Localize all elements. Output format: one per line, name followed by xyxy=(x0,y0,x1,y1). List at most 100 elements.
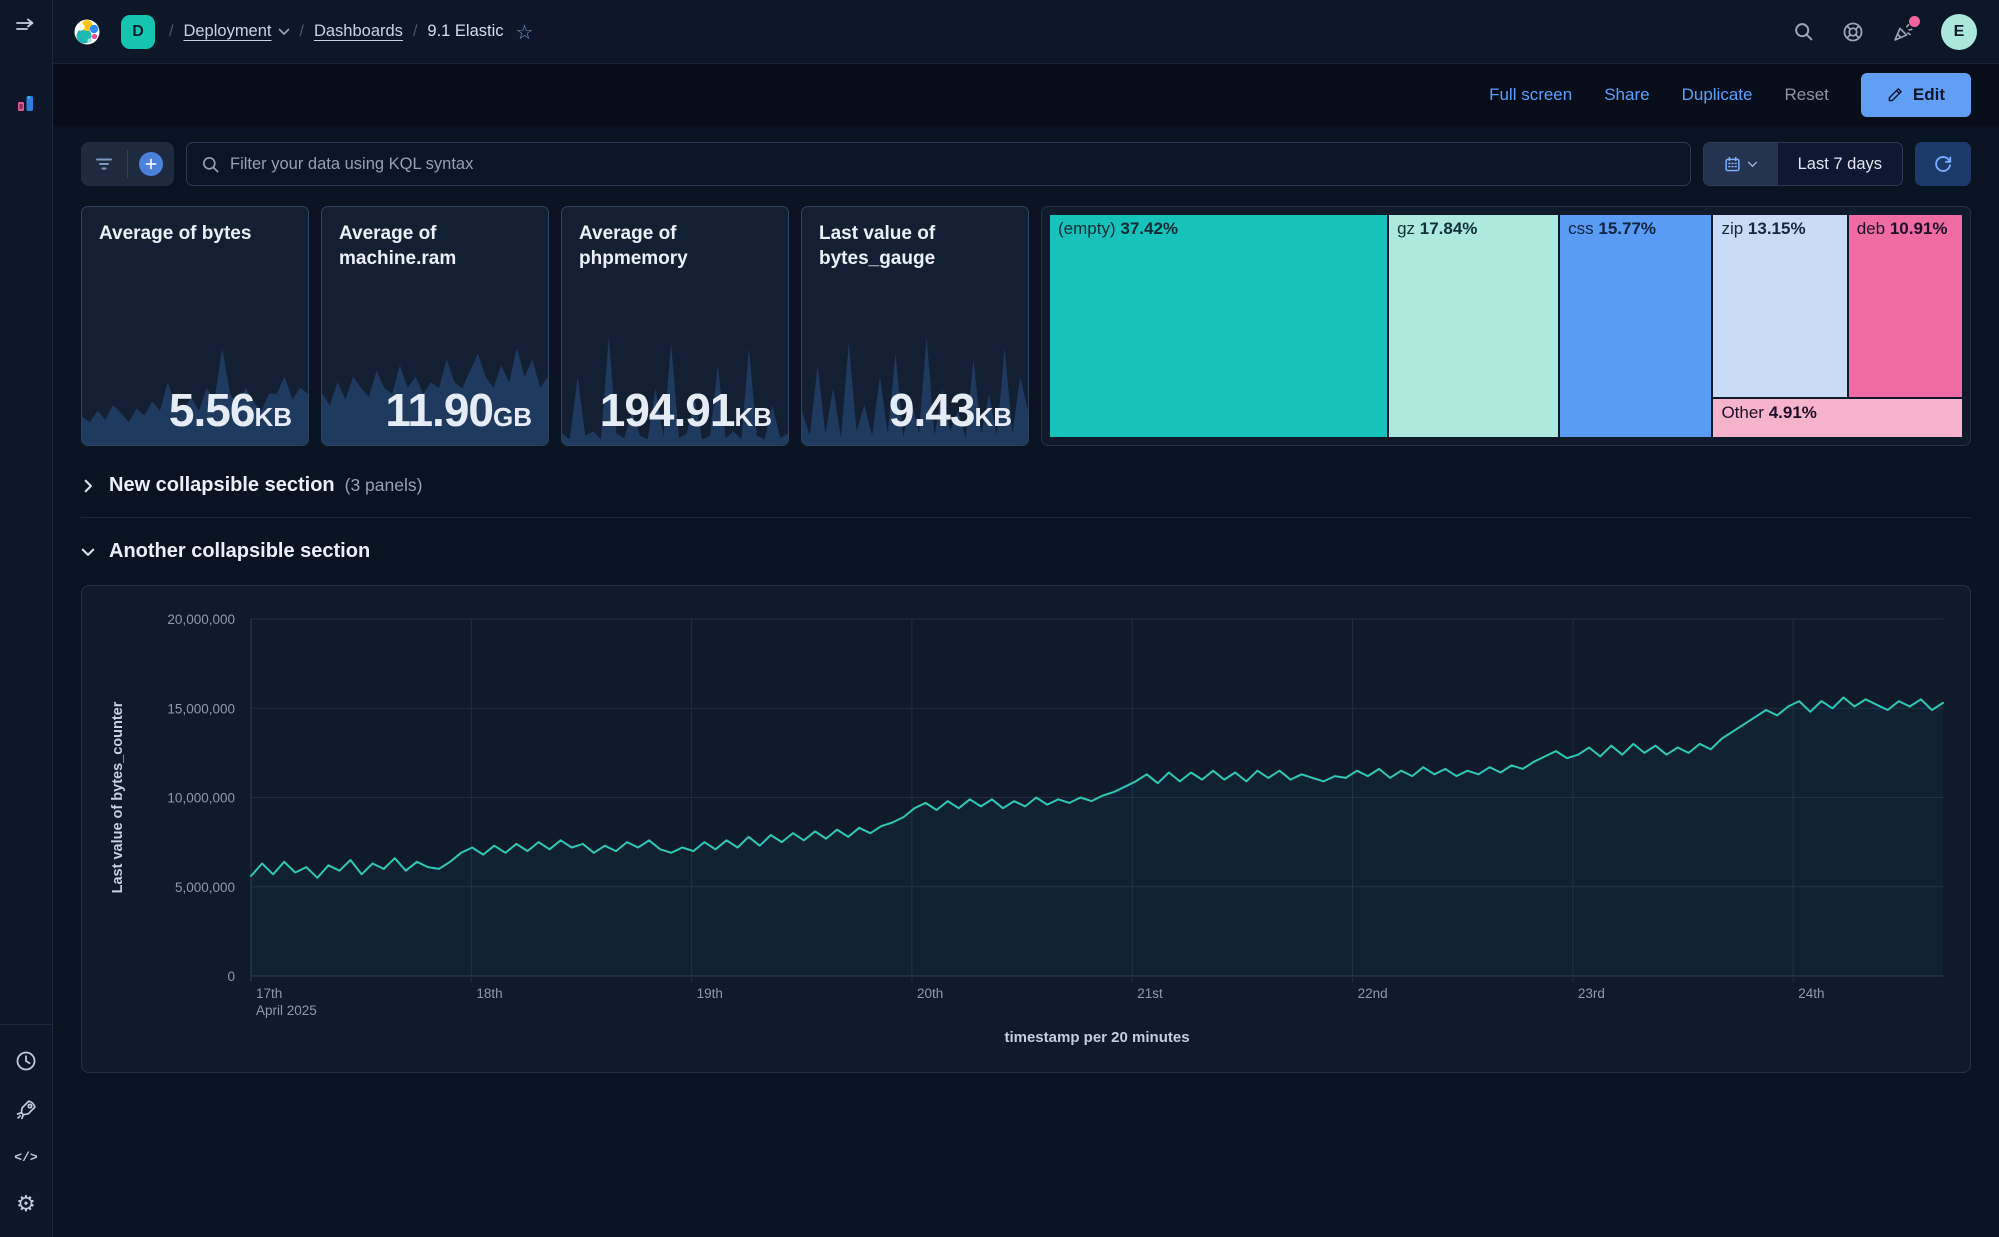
svg-text:5,000,000: 5,000,000 xyxy=(175,880,235,895)
breadcrumb-dashboards[interactable]: Dashboards xyxy=(314,22,403,41)
treemap-cell-gz[interactable]: gz 17.84% xyxy=(1389,215,1558,437)
metric-unit: GB xyxy=(493,402,532,432)
menu-expand-icon[interactable] xyxy=(8,8,44,44)
gear-glyph: ⚙ xyxy=(16,1194,36,1216)
line-chart: 0 5,000,000 10,000,000 15,000,000 20,000,000… xyxy=(82,586,1970,1072)
deployment-badge[interactable]: D xyxy=(121,15,155,49)
svg-text:15,000,000: 15,000,000 xyxy=(167,701,235,716)
treemap-pct: 10.91% xyxy=(1890,219,1948,238)
treemap-cell-zip[interactable]: zip 13.15% xyxy=(1713,215,1846,397)
svg-text:21st: 21st xyxy=(1137,986,1163,1001)
metric-value: 9.43KB xyxy=(889,383,1012,437)
metric-panel-bytes-gauge: Last value of bytes_gauge 9.43KB xyxy=(801,206,1029,446)
section-title: Another collapsible section xyxy=(109,540,370,563)
svg-text:20th: 20th xyxy=(917,986,943,1001)
treemap-pct: 37.42% xyxy=(1120,219,1178,238)
breadcrumb-current: 9.1 Elastic xyxy=(427,22,503,41)
treemap-label: deb xyxy=(1857,219,1885,238)
chevron-down-icon xyxy=(81,545,95,559)
sidebar-divider xyxy=(0,1024,52,1025)
svg-text:19th: 19th xyxy=(697,986,723,1001)
treemap-pct: 4.91% xyxy=(1769,403,1817,422)
recents-clock-icon[interactable] xyxy=(8,1043,44,1079)
help-lifebuoy-icon[interactable] xyxy=(1841,20,1865,44)
chevron-down-icon xyxy=(278,28,290,36)
metric-number: 9.43 xyxy=(889,384,975,436)
metric-title: Average of phpmemory xyxy=(579,222,771,271)
breadcrumb-separator: / xyxy=(413,23,417,41)
calendar-icon xyxy=(1724,156,1741,173)
breadcrumb-deployment[interactable]: Deployment xyxy=(183,22,289,41)
top-header: D / Deployment / Dashboards / 9.1 Elasti… xyxy=(53,0,1999,64)
favorite-star-icon[interactable]: ☆ xyxy=(516,20,534,44)
left-sidebar: </> ⚙ xyxy=(0,0,53,1237)
breadcrumb: / Deployment / Dashboards / 9.1 Elastic … xyxy=(169,20,533,44)
treemap-label: gz xyxy=(1397,219,1415,238)
metric-unit: KB xyxy=(974,402,1012,432)
metric-value: 11.90GB xyxy=(385,383,532,437)
add-filter-button[interactable] xyxy=(128,142,174,186)
svg-text:10,000,000: 10,000,000 xyxy=(167,791,235,806)
svg-text:24th: 24th xyxy=(1798,986,1824,1001)
getting-started-rocket-icon[interactable] xyxy=(8,1091,44,1127)
kql-search-box xyxy=(186,142,1691,186)
search-icon[interactable] xyxy=(1791,20,1815,44)
top-panels-row: Average of bytes 5.56KB Average of machi… xyxy=(81,206,1971,446)
metric-panel-machine-ram: Average of machine.ram 11.90GB xyxy=(321,206,549,446)
section-title: New collapsible section xyxy=(109,474,335,497)
duplicate-button[interactable]: Duplicate xyxy=(1682,85,1753,105)
share-button[interactable]: Share xyxy=(1604,85,1649,105)
elastic-logo[interactable] xyxy=(71,16,103,48)
metric-value: 194.91KB xyxy=(600,383,772,437)
treemap-cell-deb[interactable]: deb 10.91% xyxy=(1849,215,1962,397)
treemap-pct: 15.77% xyxy=(1598,219,1656,238)
metric-panel-bytes: Average of bytes 5.56KB xyxy=(81,206,309,446)
metric-title: Average of machine.ram xyxy=(339,222,531,271)
svg-text:18th: 18th xyxy=(476,986,502,1001)
metric-value: 5.56KB xyxy=(169,383,292,437)
treemap: (empty) 37.42% gz 17.84% css 15.77% zip … xyxy=(1050,215,1962,437)
user-avatar[interactable]: E xyxy=(1941,14,1977,50)
time-range-label[interactable]: Last 7 days xyxy=(1778,143,1902,185)
treemap-cell-css[interactable]: css 15.77% xyxy=(1560,215,1711,437)
bytes-counter-chart-panel: 0 5,000,000 10,000,000 15,000,000 20,000,000… xyxy=(81,585,1971,1073)
metric-unit: KB xyxy=(734,402,772,432)
breadcrumb-deployment-label: Deployment xyxy=(183,22,271,41)
dashboards-app-icon[interactable] xyxy=(8,86,44,122)
edit-button[interactable]: Edit xyxy=(1861,73,1971,117)
reset-button[interactable]: Reset xyxy=(1784,85,1828,105)
svg-text:timestamp per 20 minutes: timestamp per 20 minutes xyxy=(1004,1029,1189,1046)
treemap-label: Other xyxy=(1721,403,1764,422)
treemap-pct: 17.84% xyxy=(1420,219,1478,238)
breadcrumb-dashboards-label: Dashboards xyxy=(314,22,403,41)
edit-button-label: Edit xyxy=(1913,85,1945,105)
treemap-label: zip xyxy=(1721,219,1743,238)
treemap-cell-empty[interactable]: (empty) 37.42% xyxy=(1050,215,1387,437)
refresh-icon xyxy=(1933,154,1953,174)
news-party-popper-icon[interactable] xyxy=(1891,20,1915,44)
management-gear-icon[interactable]: ⚙ xyxy=(8,1187,44,1223)
section-panel-count: (3 panels) xyxy=(345,475,423,496)
search-icon xyxy=(201,155,220,174)
dev-tools-code-icon[interactable]: </> xyxy=(8,1139,44,1175)
svg-text:20,000,000: 20,000,000 xyxy=(167,612,235,627)
full-screen-button[interactable]: Full screen xyxy=(1489,85,1572,105)
svg-text:0: 0 xyxy=(227,969,235,984)
refresh-button[interactable] xyxy=(1915,142,1971,186)
calendar-dropdown[interactable] xyxy=(1704,143,1778,185)
section-divider xyxy=(81,517,1971,518)
svg-text:23rd: 23rd xyxy=(1578,986,1605,1001)
treemap-cell-other[interactable]: Other 4.91% xyxy=(1713,399,1962,437)
metric-panel-phpmemory: Average of phpmemory 194.91KB xyxy=(561,206,789,446)
filter-funnel-icon[interactable] xyxy=(81,142,127,186)
chevron-right-icon xyxy=(81,479,95,493)
kql-filter-input[interactable] xyxy=(230,155,1676,174)
treemap-pct: 13.15% xyxy=(1748,219,1806,238)
plus-icon xyxy=(145,158,157,170)
section-header-another-collapsible[interactable]: Another collapsible section xyxy=(81,540,1971,563)
metric-title: Last value of bytes_gauge xyxy=(819,222,1011,271)
metric-number: 11.90 xyxy=(385,384,493,436)
time-range-picker[interactable]: Last 7 days xyxy=(1703,142,1903,186)
chevron-down-icon xyxy=(1747,161,1758,168)
section-header-new-collapsible[interactable]: New collapsible section (3 panels) xyxy=(81,474,1971,497)
